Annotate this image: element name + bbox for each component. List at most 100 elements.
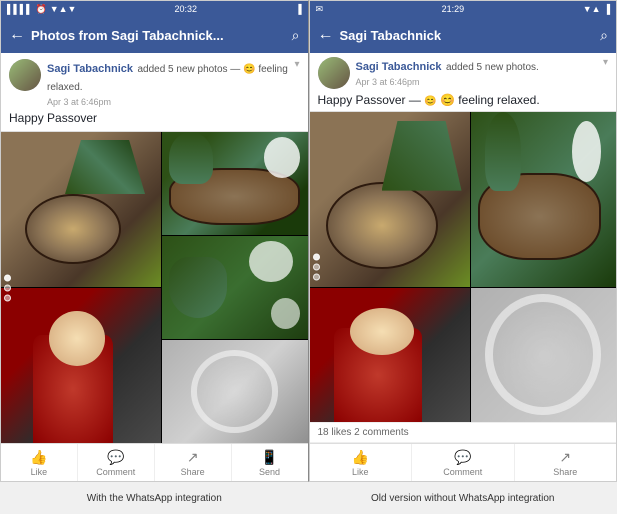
- left-photo-grid: [1, 132, 308, 443]
- left-back-arrow[interactable]: ←: [9, 26, 25, 44]
- right-caption: Old version without WhatsApp integration: [309, 482, 617, 514]
- right-comment-label: Comment: [443, 467, 482, 477]
- right-share-btn[interactable]: ↗ Share: [515, 444, 617, 481]
- dot3: [4, 294, 11, 301]
- left-status-right: ▐: [295, 4, 301, 14]
- left-time: 20:32: [175, 4, 198, 14]
- right-sim-grain: [310, 112, 470, 287]
- dot1: [4, 274, 11, 281]
- left-fb-nav: ← Photos from Sagi Tabachnick... ⌕: [1, 17, 308, 53]
- right-post-time: Apr 3 at 6:46pm: [356, 77, 597, 87]
- left-search-icon[interactable]: ⌕: [292, 27, 300, 44]
- left-like-btn[interactable]: 👍 Like: [1, 444, 78, 481]
- right-post-text-main: Happy Passover —: [318, 93, 421, 107]
- right-status-right: ▼▲ ▐: [583, 4, 610, 14]
- captions-row: With the WhatsApp integration Old versio…: [0, 482, 617, 514]
- left-post-meta: Sagi Tabachnick added 5 new photos — 😊 f…: [47, 59, 288, 107]
- left-sim-glass: [162, 340, 307, 443]
- left-battery-icon: ▐: [295, 4, 301, 14]
- phones-row: ▌▌▌▌ ⏰ ▼▲▼ 20:32 ▐ ← Photos from Sagi Ta…: [0, 0, 617, 482]
- left-photo-mid-right[interactable]: [162, 236, 307, 339]
- right-post-emoji: 😊: [424, 96, 436, 107]
- left-share-btn[interactable]: ↗ Share: [155, 444, 232, 481]
- right-dot1: [313, 254, 320, 261]
- left-selection-dots: [4, 274, 11, 301]
- left-sim-grain: [1, 132, 161, 287]
- left-send-label: Send: [259, 467, 280, 477]
- left-nav-title: Photos from Sagi Tabachnick...: [31, 28, 286, 43]
- right-wifi-icon: ▼▲: [583, 4, 601, 14]
- right-like-btn[interactable]: 👍 Like: [310, 444, 413, 481]
- left-phone-panel: ▌▌▌▌ ⏰ ▼▲▼ 20:32 ▐ ← Photos from Sagi Ta…: [0, 0, 309, 482]
- left-send-btn[interactable]: 📱 Send: [232, 444, 308, 481]
- left-like-label: Like: [31, 467, 48, 477]
- right-grid-right: [471, 112, 616, 422]
- right-post-header: Sagi Tabachnick added 5 new photos. Apr …: [318, 57, 609, 89]
- left-photo-top-right[interactable]: [162, 132, 307, 235]
- left-post-chevron: ▾: [294, 59, 299, 70]
- right-photo-bottom-left[interactable]: [310, 288, 470, 422]
- left-post-author[interactable]: Sagi Tabachnick: [47, 63, 133, 75]
- left-post-text: Happy Passover: [9, 111, 300, 125]
- right-selection-dots: [313, 254, 320, 281]
- right-share-label: Share: [553, 467, 577, 477]
- right-sim-glass-right: [471, 288, 616, 422]
- left-comment-label: Comment: [96, 467, 135, 477]
- right-post-author[interactable]: Sagi Tabachnick: [356, 61, 442, 73]
- right-likes-text: 18 likes 2 comments: [318, 427, 409, 438]
- left-post-time: Apr 3 at 6:46pm: [47, 97, 288, 107]
- left-clock-icon: ⏰: [36, 4, 47, 15]
- left-grid-right: [162, 132, 307, 443]
- right-search-icon[interactable]: ⌕: [600, 27, 608, 44]
- right-grid-left: [310, 112, 470, 422]
- left-signal2-icon: ▼▲▼: [50, 4, 77, 14]
- left-avatar-img: [9, 59, 41, 91]
- left-comment-btn[interactable]: 💬 Comment: [78, 444, 155, 481]
- right-likes-bar: 18 likes 2 comments: [310, 422, 617, 443]
- right-photo-grid: [310, 112, 617, 422]
- left-sim-herbs: [162, 236, 307, 339]
- left-like-icon: 👍: [30, 449, 47, 466]
- right-avatar: [318, 57, 350, 89]
- right-nav-title: Sagi Tabachnick: [340, 28, 595, 43]
- left-photo-bot-right[interactable]: [162, 340, 307, 443]
- right-post-chevron: ▾: [603, 57, 608, 68]
- right-comment-btn[interactable]: 💬 Comment: [412, 444, 515, 481]
- right-time: 21:29: [442, 4, 465, 14]
- right-avatar-img: [318, 57, 350, 89]
- right-action-bar: 👍 Like 💬 Comment ↗ Share: [310, 443, 617, 481]
- right-photo-top-left[interactable]: [310, 112, 470, 287]
- right-fb-nav: ← Sagi Tabachnick ⌕: [310, 17, 617, 53]
- right-post-text2: 😊 feeling relaxed.: [440, 93, 540, 107]
- right-post-text: Happy Passover — 😊 😊 feeling relaxed.: [318, 93, 609, 107]
- right-dot3: [313, 274, 320, 281]
- left-photo-top-left[interactable]: [1, 132, 161, 287]
- left-photo-bottom-left[interactable]: [1, 288, 161, 443]
- right-envelope-icon: ✉: [316, 4, 324, 15]
- right-back-arrow[interactable]: ←: [318, 26, 334, 44]
- left-sim-greens: [162, 132, 307, 235]
- right-like-icon: 👍: [352, 449, 369, 466]
- main-container: ▌▌▌▌ ⏰ ▼▲▼ 20:32 ▐ ← Photos from Sagi Ta…: [0, 0, 617, 514]
- right-post-meta: Sagi Tabachnick added 5 new photos. Apr …: [356, 57, 597, 87]
- left-sim-person: [1, 288, 161, 443]
- right-dot2: [313, 264, 320, 271]
- right-status-left: ✉: [316, 4, 324, 15]
- left-post-area: Sagi Tabachnick added 5 new photos — 😊 f…: [1, 53, 308, 132]
- left-avatar: [9, 59, 41, 91]
- left-status-bar: ▌▌▌▌ ⏰ ▼▲▼ 20:32 ▐: [1, 1, 308, 17]
- right-post-action: added 5 new photos.: [446, 62, 539, 73]
- left-action-bar: 👍 Like 💬 Comment ↗ Share 📱 Send: [1, 443, 308, 481]
- dot2: [4, 284, 11, 291]
- left-grid-left: [1, 132, 161, 443]
- right-photo-bot-right[interactable]: [471, 288, 616, 422]
- right-sim-person: [310, 288, 470, 422]
- left-send-icon: 📱: [261, 449, 278, 466]
- right-post-area: Sagi Tabachnick added 5 new photos. Apr …: [310, 53, 617, 112]
- right-photo-top-right[interactable]: [471, 112, 616, 287]
- right-share-icon: ↗: [559, 449, 571, 466]
- left-comment-icon: 💬: [107, 449, 124, 466]
- left-status-left: ▌▌▌▌ ⏰ ▼▲▼: [7, 4, 76, 15]
- left-signal-icon: ▌▌▌▌: [7, 4, 33, 14]
- right-comment-icon: 💬: [454, 449, 471, 466]
